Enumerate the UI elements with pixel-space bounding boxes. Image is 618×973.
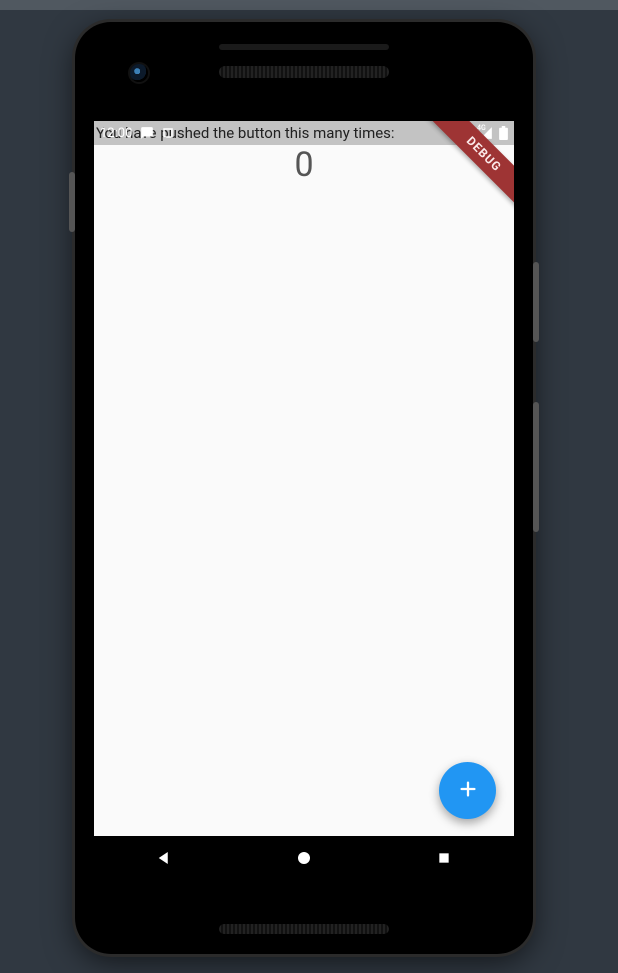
fab-increment[interactable] xyxy=(439,762,496,819)
nav-recents-button[interactable] xyxy=(414,840,474,880)
device-speaker-slit xyxy=(219,44,389,50)
android-nav-bar xyxy=(94,836,514,884)
plus-icon xyxy=(457,778,479,804)
device-screen: You have pushed the button this many tim… xyxy=(94,121,514,837)
device-frame: You have pushed the button this many tim… xyxy=(75,22,533,954)
pushed-label: You have pushed the button this many tim… xyxy=(96,124,395,142)
nav-back-button[interactable] xyxy=(134,840,194,880)
device-front-camera xyxy=(130,64,148,82)
device-bottom-speaker xyxy=(219,924,389,934)
home-circle-icon xyxy=(295,849,313,871)
counter-value: 0 xyxy=(94,145,514,185)
nav-home-button[interactable] xyxy=(274,840,334,880)
editor-top-strip xyxy=(0,0,618,10)
recents-square-icon xyxy=(436,850,452,870)
device-side-button xyxy=(533,262,539,342)
device-earpiece xyxy=(219,66,389,78)
app-body: You have pushed the button this many tim… xyxy=(94,121,514,837)
device-side-button xyxy=(69,172,75,232)
back-triangle-icon xyxy=(155,849,173,871)
device-side-button xyxy=(533,402,539,532)
